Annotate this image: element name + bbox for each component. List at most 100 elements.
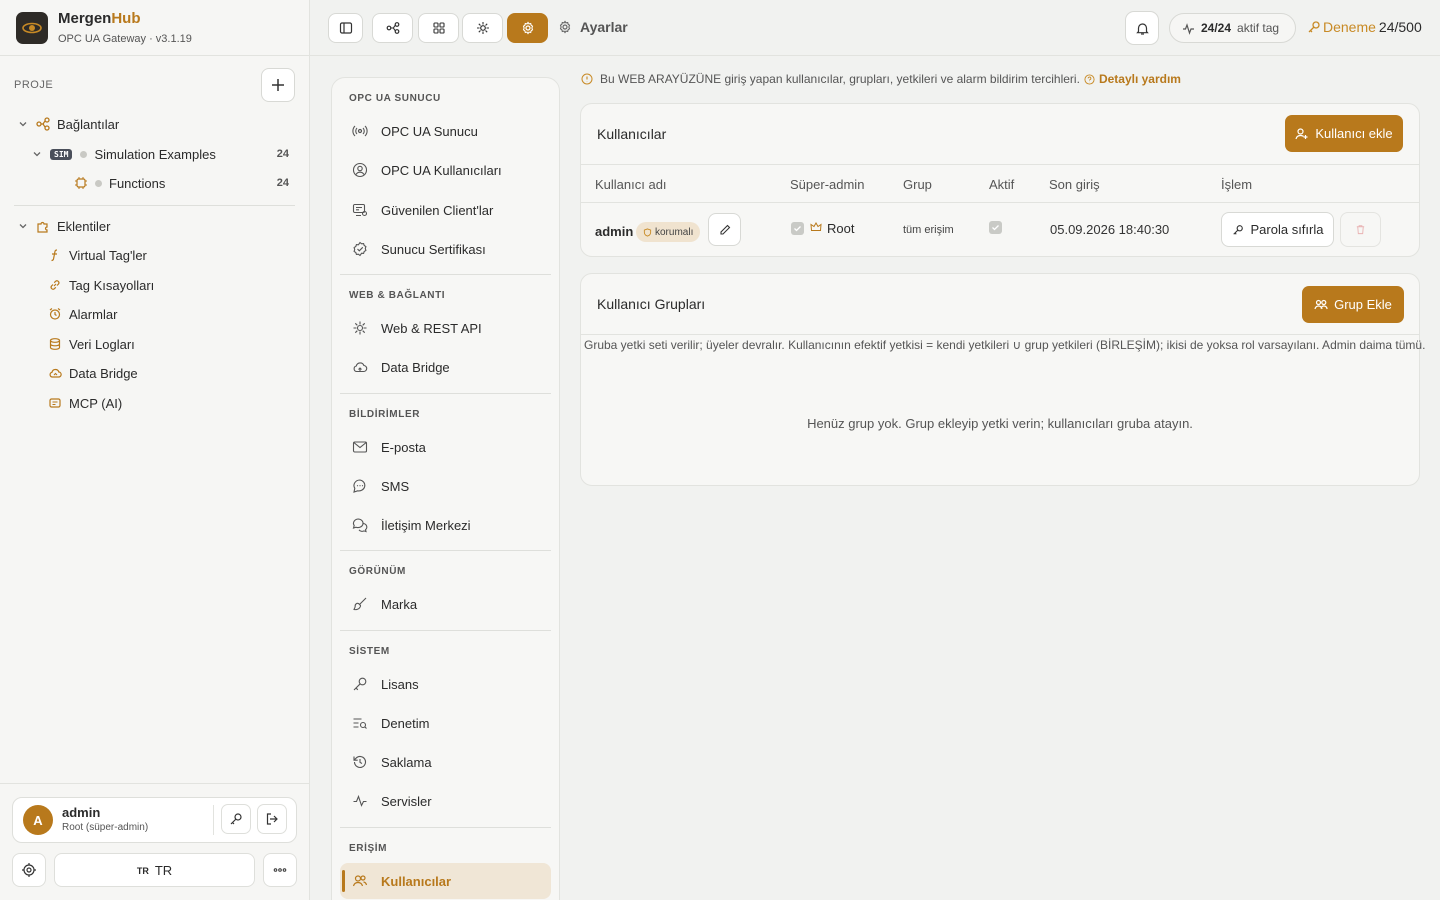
nav-label: Kullanıcılar — [381, 873, 452, 889]
change-password-button[interactable] — [221, 804, 251, 834]
edit-user-button[interactable] — [708, 213, 741, 246]
more-dots-icon — [273, 868, 287, 872]
plugin-label: Virtual Tag'ler — [69, 247, 147, 263]
tree-functions-label: Functions — [109, 175, 166, 191]
plugin-data-logs[interactable]: Veri Logları — [48, 332, 135, 356]
users-icon — [352, 875, 368, 887]
row-username: admin — [595, 224, 634, 239]
trial-status[interactable]: Deneme 24/500 — [1307, 19, 1422, 35]
tree-plugins[interactable]: Eklentiler — [18, 214, 295, 238]
group-icon — [1314, 299, 1328, 309]
plugin-tag-shortcuts[interactable]: Tag Kısayolları — [48, 273, 154, 297]
pencil-icon — [719, 224, 730, 235]
tree-functions[interactable]: Functions 24 — [74, 171, 289, 195]
user-card: A admin Root (süper-admin) — [12, 797, 297, 843]
user-name: admin — [62, 805, 101, 820]
add-project-button[interactable] — [261, 68, 295, 102]
tree-connections[interactable]: Bağlantılar — [18, 112, 295, 136]
nav-services[interactable]: Servisler — [340, 783, 551, 819]
check-icon — [992, 225, 999, 231]
certificate-icon — [353, 241, 367, 257]
nav-email[interactable]: E-posta — [340, 429, 551, 465]
nav-communication-center[interactable]: İletişim Merkezi — [340, 507, 551, 543]
history-icon — [353, 755, 367, 768]
chevron-down-icon — [19, 224, 27, 229]
more-button[interactable] — [263, 853, 297, 887]
api-view-button[interactable] — [462, 13, 503, 43]
database-icon — [49, 338, 61, 350]
language-code-icon: TR — [136, 866, 149, 876]
groups-card: Kullanıcı Grupları Grup Ekle Gruba yetki… — [580, 273, 1425, 486]
section-title-opc-ua-server: OPC UA SUNUCU — [349, 93, 441, 104]
notifications-button[interactable] — [1125, 11, 1159, 45]
plugin-data-bridge[interactable]: Data Bridge — [48, 361, 138, 385]
user-circle-icon — [352, 162, 368, 178]
tree-sim-label: Simulation Examples — [94, 146, 216, 162]
language-select[interactable]: TR TR — [54, 853, 255, 887]
active-checkbox[interactable] — [989, 221, 1002, 234]
col-super-admin: Süper-admin — [790, 177, 865, 192]
settings-view-button[interactable] — [507, 13, 548, 43]
nav-audit[interactable]: Denetim — [340, 705, 551, 741]
help-link[interactable]: Detaylı yardım — [1099, 72, 1181, 86]
tree-connections-label: Bağlantılar — [57, 116, 120, 132]
nav-server-certificate[interactable]: Sunucu Sertifikası — [340, 231, 551, 267]
grid-icon — [432, 22, 445, 34]
super-admin-checkbox[interactable] — [791, 222, 804, 235]
tree-simulation-examples[interactable]: SIM Simulation Examples 24 — [32, 142, 289, 166]
protected-badge: korumalı — [636, 222, 701, 242]
app-subtitle: OPC UA Gateway · v3.1.19 — [58, 33, 192, 45]
logout-icon — [266, 813, 278, 825]
nav-brand[interactable]: Marka — [340, 586, 551, 622]
activity-icon — [1183, 22, 1194, 35]
nav-retention[interactable]: Saklama — [340, 744, 551, 780]
chip-icon — [75, 177, 87, 189]
nav-web-rest-api[interactable]: Web & REST API — [340, 310, 551, 346]
dashboard-view-button[interactable] — [418, 13, 459, 43]
brush-icon — [353, 597, 367, 611]
check-icon — [794, 226, 801, 232]
nav-sms[interactable]: SMS — [340, 468, 551, 504]
toggle-sidebar-button[interactable] — [328, 13, 363, 43]
plugin-label: Tag Kısayolları — [69, 277, 155, 293]
col-username: Kullanıcı adı — [595, 177, 667, 192]
add-group-button[interactable]: Grup Ekle — [1302, 286, 1404, 323]
cloud-sync-icon — [353, 362, 368, 373]
nav-label: E-posta — [381, 439, 426, 455]
locate-button[interactable] — [12, 853, 46, 887]
tree-functions-count: 24 — [276, 177, 289, 189]
crown-icon — [810, 221, 822, 231]
nav-label: Marka — [381, 596, 418, 612]
tree-divider — [14, 205, 295, 206]
logout-button[interactable] — [257, 804, 287, 834]
nav-data-bridge[interactable]: Data Bridge — [340, 349, 551, 385]
plugin-alarms[interactable]: Alarmlar — [48, 302, 117, 326]
messages-icon — [352, 518, 368, 533]
chevron-down-icon — [33, 152, 41, 157]
plugin-mcp-ai[interactable]: MCP (AI) — [48, 391, 122, 415]
connections-view-button[interactable] — [372, 13, 413, 43]
shield-icon — [643, 227, 652, 237]
delete-user-button[interactable] — [1340, 212, 1381, 247]
nav-users[interactable]: Kullanıcılar — [340, 863, 551, 899]
card-divider — [581, 334, 1419, 335]
nav-divider — [340, 274, 551, 275]
nav-opc-ua-server[interactable]: OPC UA Sunucu — [340, 113, 551, 149]
nav-trusted-clients[interactable]: Güvenilen Client'lar — [340, 192, 551, 228]
reset-password-button[interactable]: Parola sıfırla — [1221, 212, 1334, 247]
divider — [213, 805, 214, 835]
status-dot — [95, 179, 102, 187]
connections-icon — [36, 117, 50, 131]
badge-label: korumalı — [655, 226, 694, 238]
add-user-button[interactable]: Kullanıcı ekle — [1285, 115, 1403, 152]
cloud-sync-icon — [49, 368, 62, 378]
plugin-virtual-tags[interactable]: Virtual Tag'ler — [48, 243, 147, 267]
alarm-icon — [49, 308, 61, 320]
nav-opc-ua-users[interactable]: OPC UA Kullanıcıları — [340, 152, 551, 188]
col-active: Aktif — [989, 177, 1015, 192]
active-tag-counter[interactable]: 24/24 aktif tag — [1169, 13, 1296, 43]
target-icon — [22, 863, 36, 877]
chat-icon — [353, 479, 366, 493]
nav-label: OPC UA Sunucu — [381, 123, 478, 139]
nav-license[interactable]: Lisans — [340, 666, 551, 702]
